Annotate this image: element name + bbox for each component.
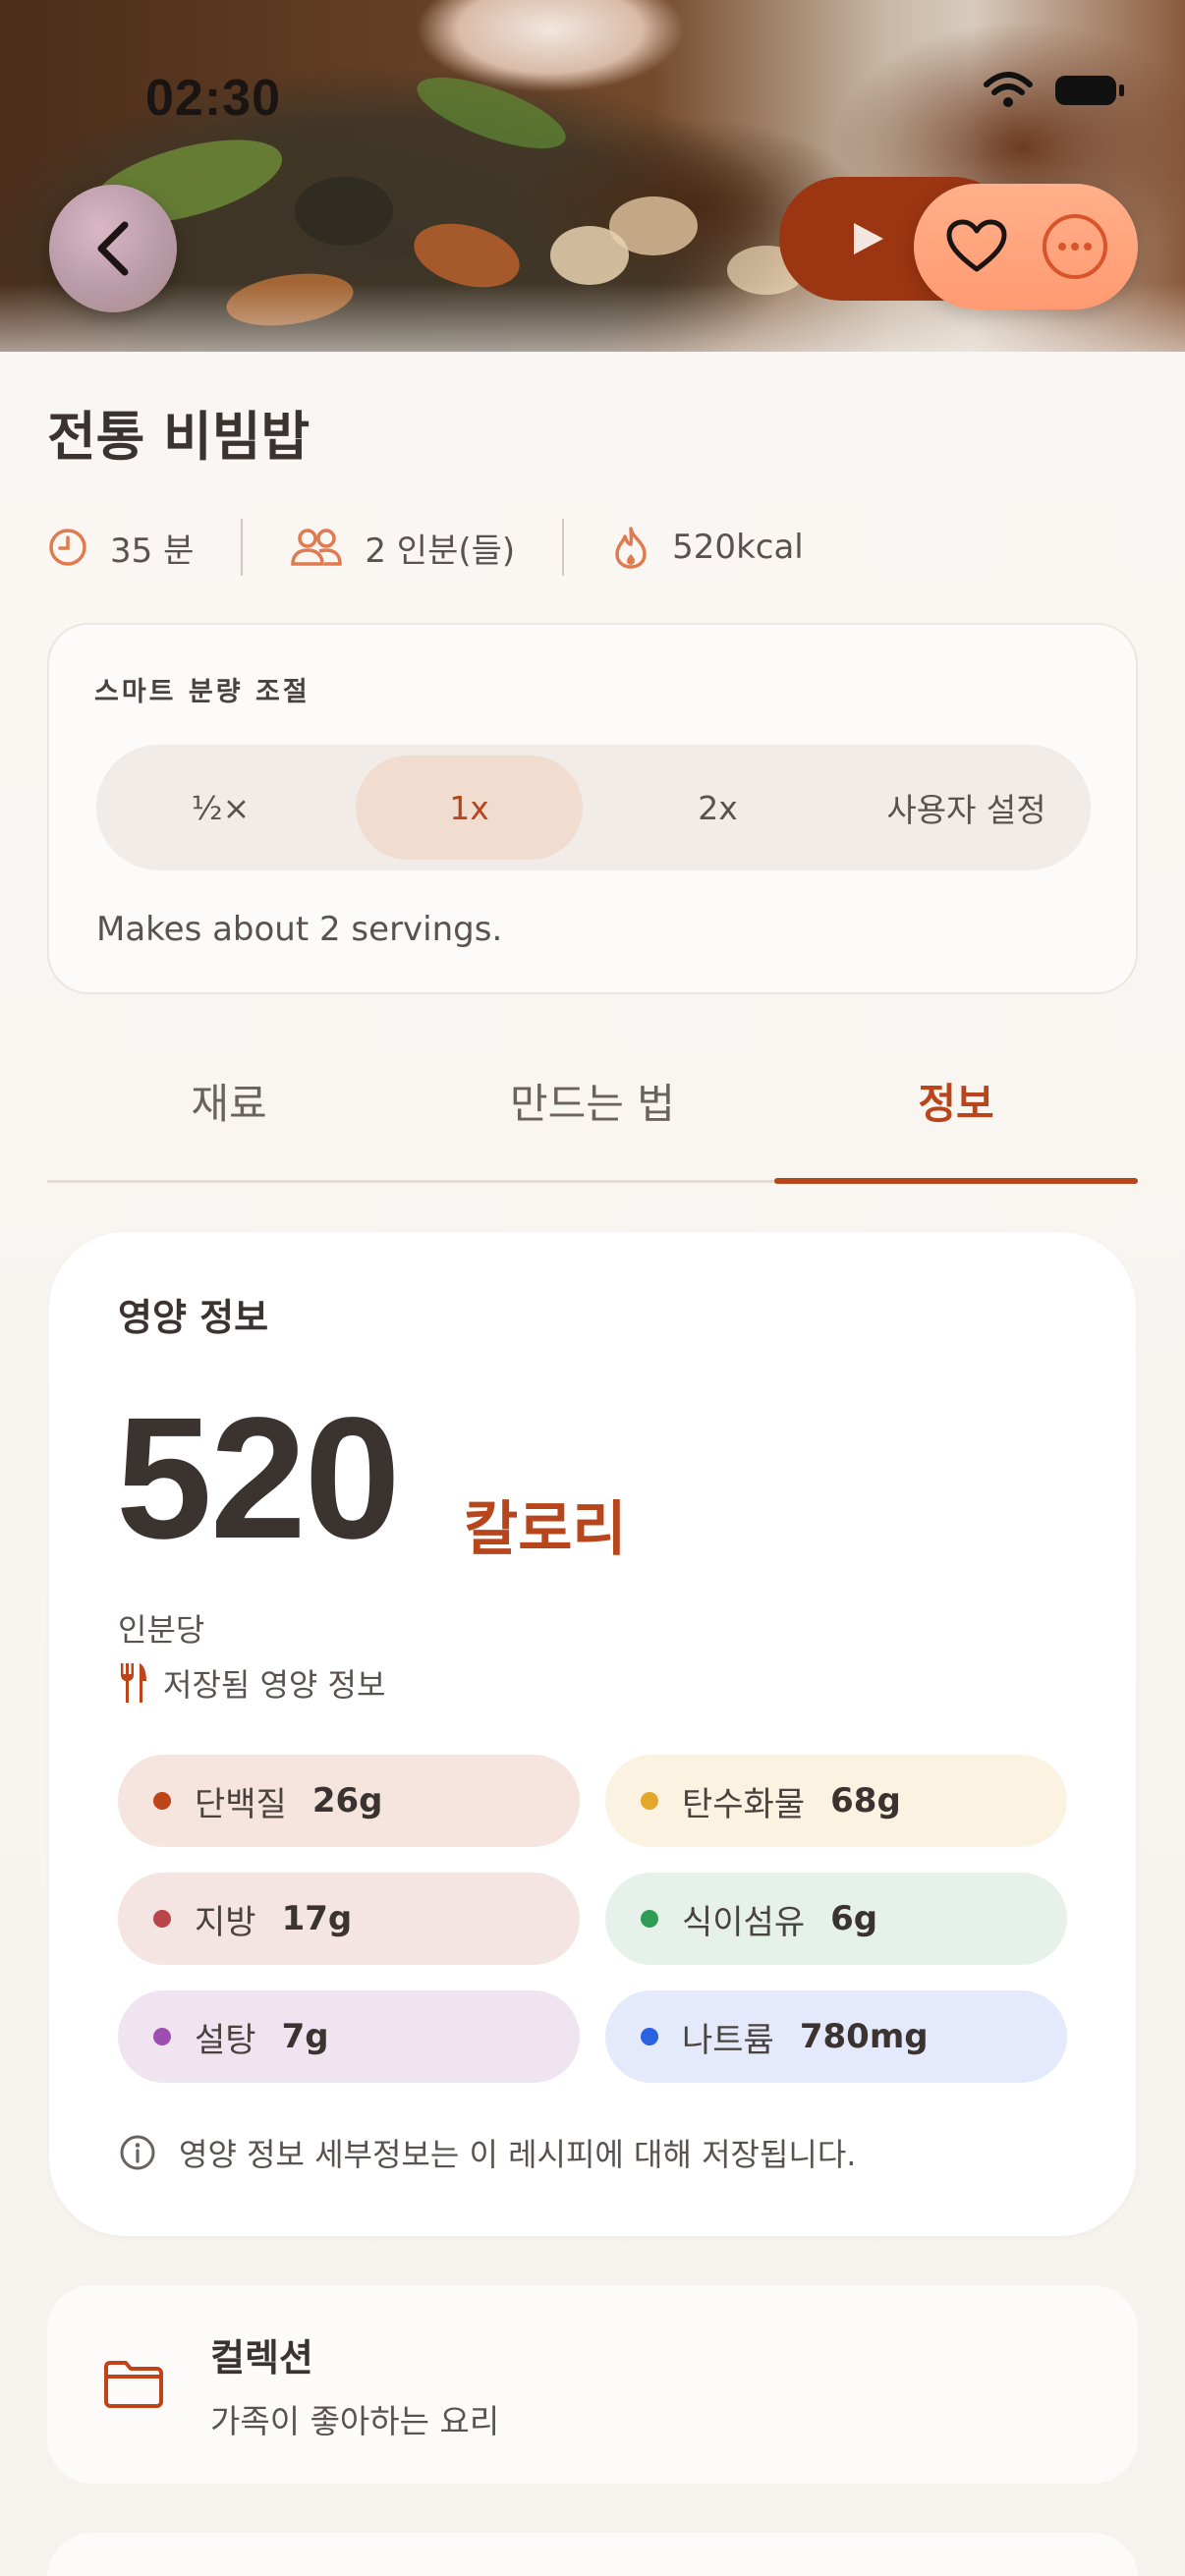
per-serving-label: 인분당 bbox=[118, 1611, 205, 1649]
nutrient-value: 68g bbox=[830, 1781, 901, 1820]
calories-meta: 520kcal bbox=[611, 525, 804, 570]
tab-info[interactable]: 정보 bbox=[774, 1022, 1138, 1184]
recipe-detail-screen: 02:30 전통 비빔밥 35 분 2 인분(들) 520kcal 스마트 분량… bbox=[0, 0, 1185, 2576]
portion-1x[interactable]: 1x bbox=[356, 756, 583, 860]
portion-title: 스마트 분량 조절 bbox=[94, 677, 310, 707]
nutrient-label: 나트륨 bbox=[682, 2020, 774, 2060]
nutrient-label: 지방 bbox=[195, 1902, 256, 1942]
nutrient-chip-carbs: 탄수화물 68g bbox=[605, 1755, 1067, 1847]
utensils-icon bbox=[121, 1663, 146, 1703]
nutrient-chip-protein: 단백질 26g bbox=[118, 1755, 580, 1847]
nutrient-chip-fat: 지방 17g bbox=[118, 1873, 580, 1965]
dot-icon bbox=[641, 1792, 658, 1810]
saved-nutrition-label: 저장됨 영양 정보 bbox=[118, 1660, 385, 1706]
status-icons bbox=[983, 71, 1126, 110]
nutrient-chip-sodium: 나트륨 780mg bbox=[605, 1990, 1067, 2083]
folder-icon bbox=[104, 2361, 163, 2408]
dot-icon bbox=[153, 1910, 171, 1928]
nutrient-chips: 단백질 26g 탄수화물 68g 지방 17g 식이섬유 6g 설탕 7g 나트… bbox=[118, 1755, 1067, 2083]
favorite-button[interactable] bbox=[933, 203, 1020, 290]
portion-half[interactable]: ½× bbox=[107, 756, 334, 860]
servings: 2 인분(들) bbox=[290, 524, 515, 572]
nutrient-label: 탄수화물 bbox=[682, 1784, 806, 1824]
nutrition-note-text: 영양 정보 세부정보는 이 레시피에 대해 저장됩니다. bbox=[179, 2136, 857, 2173]
more-button[interactable] bbox=[1032, 203, 1118, 290]
nutrition-card: 영양 정보 520 칼로리 인분당 저장됨 영양 정보 단백질 26g 탄수화물… bbox=[49, 1232, 1136, 2236]
calories-unit: 칼로리 bbox=[464, 1495, 627, 1564]
status-time: 02:30 bbox=[145, 70, 281, 127]
nutrition-note: 영양 정보 세부정보는 이 레시피에 대해 저장됩니다. bbox=[118, 2130, 856, 2175]
nutrient-chip-sugar: 설탕 7g bbox=[118, 1990, 580, 2083]
collection-subtitle: 가족이 좋아하는 요리 bbox=[210, 2401, 500, 2440]
nutrient-label: 식이섬유 bbox=[682, 1902, 806, 1942]
tab-ingredients[interactable]: 재료 bbox=[47, 1022, 411, 1180]
dot-icon bbox=[641, 2028, 658, 2045]
back-button[interactable] bbox=[49, 185, 177, 312]
saved-nutrition-text: 저장됨 영양 정보 bbox=[163, 1666, 386, 1704]
wifi-icon bbox=[984, 72, 1033, 107]
flame-icon bbox=[615, 527, 647, 569]
collection-title: 컬렉션 bbox=[210, 2335, 313, 2380]
people-icon bbox=[291, 529, 343, 566]
battery-icon bbox=[1055, 76, 1124, 105]
servings-text: 2 인분(들) bbox=[365, 531, 516, 571]
nutrient-chip-fiber: 식이섬유 6g bbox=[605, 1873, 1067, 1965]
more-icon bbox=[1043, 214, 1107, 279]
cook-time: 35 분 bbox=[47, 524, 194, 572]
portion-card: 스마트 분량 조절 ½× 1x 2x 사용자 설정 Makes about 2 … bbox=[47, 623, 1138, 994]
recipe-actions bbox=[914, 184, 1138, 309]
collection-card[interactable]: 컬렉션 가족이 좋아하는 요리 bbox=[47, 2285, 1138, 2484]
tab-steps[interactable]: 만드는 법 bbox=[411, 1022, 774, 1180]
play-icon bbox=[854, 223, 883, 254]
recipe-meta: 35 분 2 인분(들) 520kcal bbox=[47, 513, 804, 582]
nutrient-value: 780mg bbox=[799, 2017, 929, 2056]
portion-note: Makes about 2 servings. bbox=[96, 910, 503, 949]
next-section-card bbox=[47, 2533, 1138, 2576]
nutrition-heading: 영양 정보 bbox=[118, 1296, 269, 1339]
nutrient-label: 설탕 bbox=[195, 2020, 256, 2060]
meta-divider bbox=[562, 519, 565, 576]
portion-custom[interactable]: 사용자 설정 bbox=[853, 756, 1080, 860]
info-icon bbox=[120, 2135, 155, 2170]
dot-icon bbox=[153, 2028, 171, 2045]
nutrient-value: 26g bbox=[311, 1781, 383, 1820]
recipe-tabs: 재료 만드는 법 정보 bbox=[47, 1022, 1138, 1184]
calories-meta-text: 520kcal bbox=[672, 528, 804, 567]
dot-icon bbox=[153, 1792, 171, 1810]
heart-icon bbox=[946, 219, 1007, 272]
clock-icon bbox=[49, 529, 86, 566]
calories-number: 520 bbox=[116, 1382, 401, 1575]
nutrient-value: 7g bbox=[281, 2017, 329, 2056]
meta-divider bbox=[241, 519, 244, 576]
chevron-left-icon bbox=[97, 221, 129, 276]
portion-2x[interactable]: 2x bbox=[604, 756, 831, 860]
recipe-title: 전통 비빔밥 bbox=[47, 406, 310, 468]
nutrient-label: 단백질 bbox=[195, 1784, 287, 1824]
nutrient-value: 6g bbox=[830, 1899, 878, 1938]
cook-time-text: 35 분 bbox=[110, 531, 195, 571]
dot-icon bbox=[641, 1910, 658, 1928]
collection-text: 컬렉션 가족이 좋아하는 요리 bbox=[210, 2327, 499, 2442]
portion-segmented-control: ½× 1x 2x 사용자 설정 bbox=[96, 745, 1091, 870]
nutrient-value: 17g bbox=[281, 1899, 353, 1938]
